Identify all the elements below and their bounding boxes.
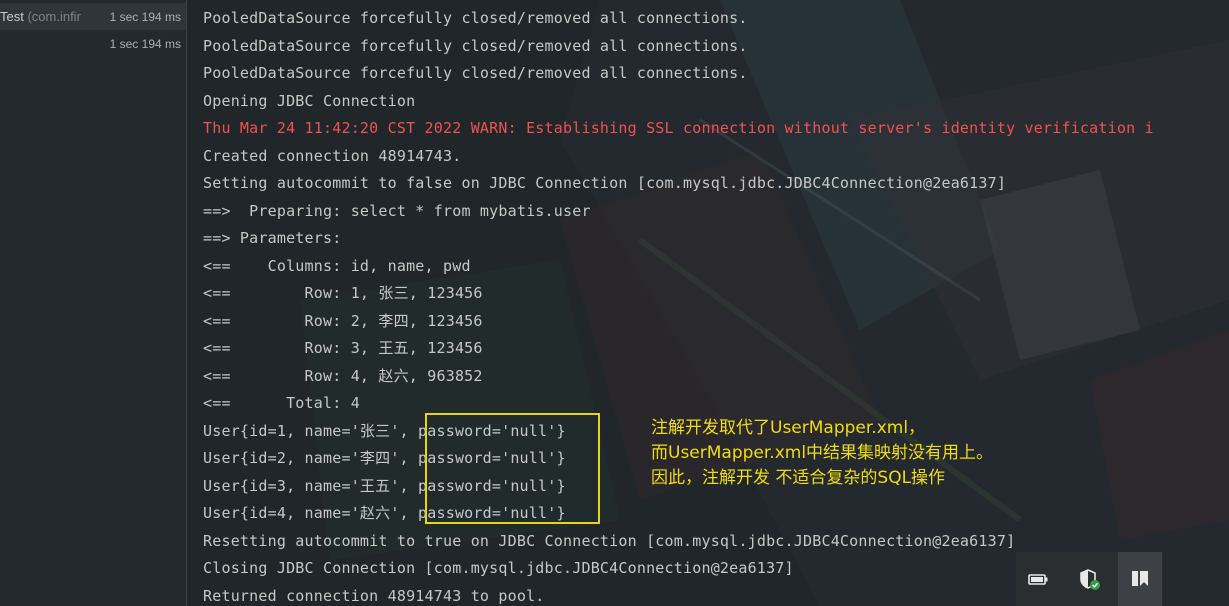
test-duration: 1 sec 194 ms	[109, 37, 181, 51]
console-line: <== Row: 1, 张三, 123456	[203, 284, 483, 302]
console-line: User{id=4, name='赵六', password='null'}	[203, 504, 566, 522]
console-line: Setting autocommit to false on JDBC Conn…	[203, 174, 1007, 192]
console-line: ==> Parameters:	[203, 229, 351, 247]
ide-run-window: Test (com.infir 1 sec 194 ms 1 sec 194 m…	[0, 0, 1229, 606]
console-line: PooledDataSource forcefully closed/remov…	[203, 9, 748, 27]
console-line: PooledDataSource forcefully closed/remov…	[203, 64, 748, 82]
test-results-panel: Test (com.infir 1 sec 194 ms 1 sec 194 m…	[0, 0, 187, 606]
console-line: <== Total: 4	[203, 394, 360, 412]
password-null-highlight-box	[425, 413, 600, 524]
console-line: <== Row: 3, 王五, 123456	[203, 339, 483, 357]
console-line: <== Row: 2, 李四, 123456	[203, 311, 483, 330]
test-tree-item[interactable]: 1 sec 194 ms	[0, 27, 186, 54]
bookmark-app-icon	[1132, 571, 1148, 586]
test-tree-item[interactable]: Test (com.infir 1 sec 194 ms	[0, 0, 186, 27]
console-line: Opening JDBC Connection	[203, 91, 416, 110]
annotation-note: 注解开发取代了UserMapper.xml， 而UserMapper.xml中结…	[651, 416, 993, 491]
console-warning-line: Thu Mar 24 11:42:20 CST 2022 WARN: Estab…	[203, 119, 1154, 137]
console-line: Resetting autocommit to true on JDBC Con…	[203, 531, 1016, 550]
annotation-line: 而UserMapper.xml中结果集映射没有用上。	[651, 443, 994, 463]
console-line: Created connection 48914743.	[203, 146, 462, 165]
battery-icon	[1028, 574, 1048, 585]
annotation-line: 因此，注解开发 不适合复杂的SQL操作	[651, 468, 946, 488]
annotation-line: 注解开发取代了UserMapper.xml，	[651, 418, 926, 438]
test-name: Test (com.infir	[0, 9, 81, 24]
run-console-output: PooledDataSource forcefully closed/remov…	[203, 5, 1229, 606]
console-line: <== Columns: id, name, pwd	[203, 256, 471, 275]
console-line: ==> Preparing: select * from mybatis.use…	[203, 201, 591, 220]
console-line: PooledDataSource forcefully closed/remov…	[203, 36, 748, 55]
test-duration: 1 sec 194 ms	[109, 10, 181, 24]
security-shield-icon	[1080, 569, 1100, 590]
battery-tray-item[interactable]	[1016, 552, 1060, 606]
system-tray	[1016, 552, 1162, 606]
console-line: <== Row: 4, 赵六, 963852	[203, 366, 483, 385]
security-tray-item[interactable]	[1067, 552, 1111, 606]
app-tray-item[interactable]	[1118, 552, 1162, 606]
